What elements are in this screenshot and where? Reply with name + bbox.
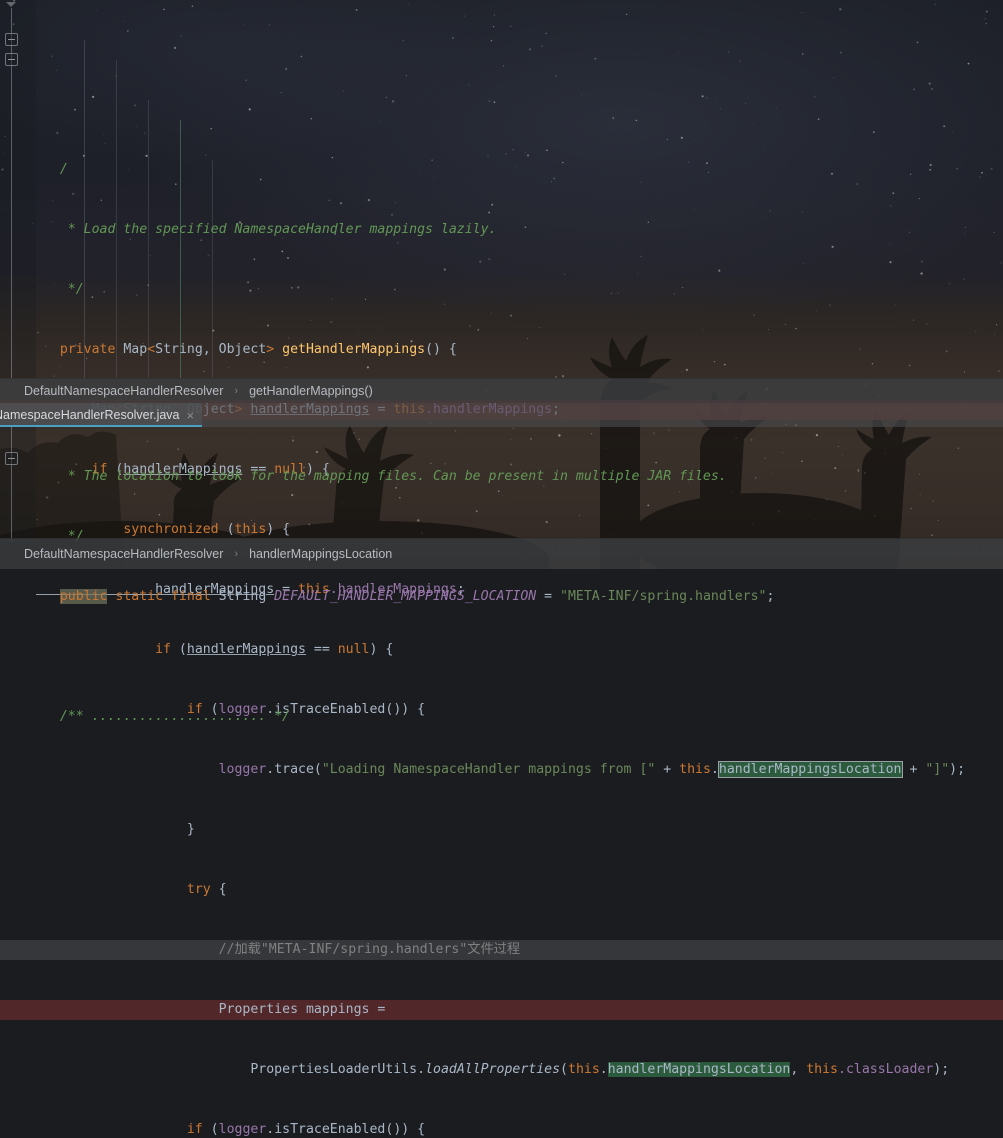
- code-content-top[interactable]: / * Load the specified NamespaceHandler …: [0, 0, 1003, 378]
- tab-namespacehandlerresolver-java[interactable]: NamespaceHandlerResolver.java ×: [0, 403, 202, 427]
- code-line[interactable]: }: [0, 820, 1003, 840]
- editor-tab-bar[interactable]: NamespaceHandlerResolver.java ×: [0, 403, 1003, 427]
- breadcrumb-bottom[interactable]: DefaultNamespaceHandlerResolver › handle…: [0, 538, 1003, 569]
- code-line[interactable]: public static final String DEFAULT_HANDL…: [0, 587, 1003, 607]
- code-line[interactable]: try {: [0, 880, 1003, 900]
- code-line[interactable]: private Map<String, Object> getHandlerMa…: [0, 340, 1003, 360]
- code-content-bottom[interactable]: * The location to look for the mapping f…: [0, 427, 1003, 542]
- indent-guide: [212, 160, 213, 378]
- code-line[interactable]: /** ...................... */: [0, 707, 1003, 727]
- code-line-modified[interactable]: Properties mappings =: [0, 1000, 1003, 1020]
- breadcrumb-item-method[interactable]: getHandlerMappings(): [245, 384, 377, 398]
- breadcrumb-item-class[interactable]: DefaultNamespaceHandlerResolver: [20, 384, 227, 398]
- indent-guide: [84, 40, 85, 378]
- code-line[interactable]: logger.trace("Loading NamespaceHandler m…: [0, 760, 1003, 780]
- tab-label: NamespaceHandlerResolver.java: [0, 408, 180, 422]
- code-line[interactable]: * The location to look for the mapping f…: [0, 467, 1003, 487]
- indent-guide-active: [180, 120, 181, 378]
- close-icon[interactable]: ×: [187, 409, 195, 422]
- code-line[interactable]: PropertiesLoaderUtils.loadAllProperties(…: [0, 1060, 1003, 1080]
- breadcrumb-separator-icon: ›: [227, 385, 245, 397]
- breadcrumb-item-class[interactable]: DefaultNamespaceHandlerResolver: [20, 547, 227, 561]
- breadcrumb-separator-icon: ›: [227, 548, 245, 560]
- code-line[interactable]: */: [0, 280, 1003, 300]
- indent-guide: [116, 60, 117, 378]
- code-line[interactable]: /: [0, 160, 1003, 180]
- code-line-blank[interactable]: [0, 647, 1003, 667]
- code-line[interactable]: if (logger.isTraceEnabled()) {: [0, 1120, 1003, 1138]
- code-line[interactable]: * Load the specified NamespaceHandler ma…: [0, 220, 1003, 240]
- breadcrumb-top[interactable]: DefaultNamespaceHandlerResolver › getHan…: [0, 378, 1003, 403]
- code-line-comment[interactable]: //加载"META-INF/spring.handlers"文件过程: [0, 940, 1003, 960]
- editor-pane-bottom[interactable]: * The location to look for the mapping f…: [0, 427, 1003, 542]
- breadcrumb-item-field[interactable]: handlerMappingsLocation: [245, 547, 396, 561]
- editor-pane-top[interactable]: / * Load the specified NamespaceHandler …: [0, 0, 1003, 378]
- indent-guide: [148, 100, 149, 378]
